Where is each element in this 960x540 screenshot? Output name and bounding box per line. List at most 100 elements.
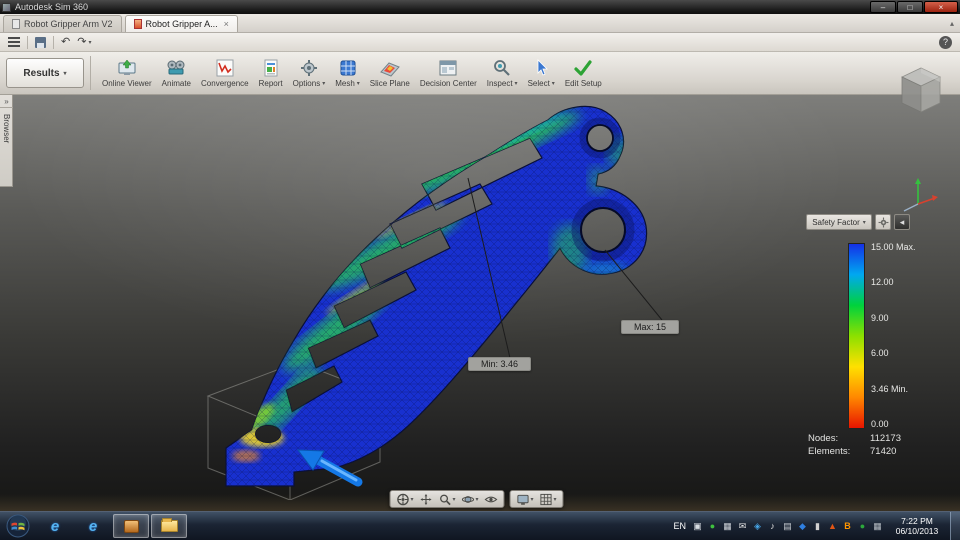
decision-center-button[interactable]: Decision Center bbox=[415, 53, 482, 93]
folder-icon bbox=[160, 518, 178, 532]
elements-value: 71420 bbox=[870, 446, 897, 457]
decision-center-icon bbox=[437, 58, 459, 78]
legend-tick: 6.00 bbox=[871, 348, 889, 359]
taskbar-app-window[interactable] bbox=[113, 514, 149, 538]
grid-display-button[interactable]: ▾ bbox=[538, 492, 559, 507]
mesh-button[interactable]: Mesh ▾ bbox=[330, 53, 365, 93]
dropdown-caret-icon: ▾ bbox=[88, 39, 92, 46]
ribbon-item-label: Select bbox=[527, 79, 550, 88]
volume-icon[interactable]: ♪ bbox=[766, 519, 779, 533]
legend-colorbar bbox=[848, 243, 865, 429]
display-icon[interactable]: ▤ bbox=[781, 519, 794, 533]
taskbar-explorer-window[interactable] bbox=[151, 514, 187, 538]
axis-triad-icon bbox=[903, 178, 938, 212]
report-button[interactable]: Report bbox=[254, 53, 288, 93]
dropdown-caret-icon: ▾ bbox=[530, 496, 534, 503]
update-icon[interactable]: ● bbox=[706, 519, 719, 533]
ribbon: Results ▾ Online Viewer Animate Converge… bbox=[0, 52, 960, 95]
pan-button[interactable] bbox=[417, 492, 434, 507]
legend-settings-button[interactable] bbox=[875, 214, 891, 230]
inspect-button[interactable]: Inspect ▾ bbox=[482, 53, 523, 93]
browser-tray-icon[interactable]: B bbox=[841, 519, 854, 533]
orbit-button[interactable]: ▾ bbox=[460, 492, 481, 507]
battery-icon[interactable]: ▮ bbox=[811, 519, 824, 533]
browser-expand-icon[interactable]: » bbox=[0, 95, 13, 108]
show-desktop-button[interactable] bbox=[950, 511, 960, 540]
steering-wheel-button[interactable]: ▾ bbox=[394, 492, 415, 507]
close-button[interactable]: × bbox=[924, 1, 958, 13]
mail-icon[interactable]: ✉ bbox=[736, 519, 749, 533]
tab-close-icon[interactable]: × bbox=[224, 19, 229, 29]
taskbar: e e EN ▣ ● ▦ ✉ ◈ ♪ ▤ ◆ ▮ ▲ B ● ▦ 7:22 PM… bbox=[0, 511, 960, 540]
view-cube[interactable] bbox=[894, 60, 948, 116]
ribbon-item-label: Options bbox=[292, 79, 321, 88]
gripper-arm-model[interactable] bbox=[150, 100, 710, 500]
undo-icon[interactable]: ↶ bbox=[61, 36, 70, 48]
taskbar-clock[interactable]: 7:22 PM 06/10/2013 bbox=[889, 516, 945, 536]
look-around-button[interactable] bbox=[483, 492, 500, 507]
ribbon-item-label: Animate bbox=[161, 79, 192, 88]
taskbar-internet-explorer-icon[interactable]: e bbox=[75, 514, 111, 538]
viewport-3d[interactable]: » Browser Min: 3.46 Max: 15 Safety Facto… bbox=[0, 95, 960, 511]
clock-time: 7:22 PM bbox=[901, 516, 933, 526]
select-button[interactable]: Select ▾ bbox=[523, 53, 560, 93]
convergence-icon bbox=[214, 58, 236, 78]
ribbon-item-label: Report bbox=[258, 79, 283, 88]
language-indicator[interactable]: EN bbox=[673, 521, 686, 531]
slice-plane-button[interactable]: Slice Plane bbox=[365, 53, 415, 93]
defender-icon[interactable]: ◈ bbox=[751, 519, 764, 533]
visual-style-button[interactable]: ▾ bbox=[515, 492, 536, 507]
document-tab-bar: Robot Gripper Arm V2 Robot Gripper A... … bbox=[0, 14, 960, 33]
results-label: Results bbox=[23, 67, 60, 79]
browser-panel-tab[interactable]: » Browser bbox=[0, 95, 13, 187]
tab-robot-gripper-active[interactable]: Robot Gripper A... × bbox=[124, 15, 238, 32]
taskbar-media-player-icon[interactable]: e bbox=[37, 514, 73, 538]
separator bbox=[53, 35, 54, 49]
edit-setup-button[interactable]: Edit Setup bbox=[560, 53, 607, 93]
action-center-icon[interactable]: ▣ bbox=[691, 519, 704, 533]
navigation-toolbar: ▾ ▾ ▾ ▾ ▾ bbox=[389, 490, 564, 508]
legend-collapse-button[interactable]: ◂ bbox=[894, 214, 910, 230]
minimize-button[interactable]: – bbox=[870, 1, 896, 13]
quick-access-toolbar: ↶ ↷ ▾ ? bbox=[0, 33, 960, 52]
internet-explorer-icon: e bbox=[88, 517, 98, 535]
dropdown-caret-icon: ▾ bbox=[322, 81, 326, 87]
redo-button[interactable]: ↷ ▾ bbox=[77, 36, 92, 48]
results-dropdown-button[interactable]: Results ▾ bbox=[6, 58, 84, 88]
tab-label: Robot Gripper Arm V2 bbox=[24, 19, 113, 29]
maximize-button[interactable]: □ bbox=[897, 1, 923, 13]
chevron-up-icon[interactable]: ▴ bbox=[950, 19, 954, 28]
tab-label: Robot Gripper A... bbox=[145, 19, 218, 29]
ribbon-item-label: Mesh bbox=[335, 79, 355, 88]
ribbon-item-label: Inspect bbox=[486, 79, 513, 88]
animate-button[interactable]: Animate bbox=[157, 53, 196, 93]
help-icon[interactable]: ? bbox=[939, 35, 952, 49]
driver-utility-icon[interactable]: ● bbox=[856, 519, 869, 533]
convergence-button[interactable]: Convergence bbox=[196, 53, 254, 93]
result-type-dropdown[interactable]: Safety Factor ▾ bbox=[806, 214, 872, 230]
network-icon[interactable]: ▦ bbox=[871, 519, 884, 533]
start-button[interactable] bbox=[3, 513, 33, 539]
ribbon-item-label: Online Viewer bbox=[102, 79, 152, 88]
mesh-icon bbox=[337, 58, 359, 78]
app-icon bbox=[2, 2, 11, 12]
menu-icon[interactable] bbox=[8, 41, 20, 43]
tab-robot-gripper-arm-v2[interactable]: Robot Gripper Arm V2 bbox=[3, 15, 122, 32]
legend-tick: 9.00 bbox=[871, 312, 889, 323]
antivirus-icon[interactable]: ▲ bbox=[826, 519, 839, 533]
browser-panel-label: Browser bbox=[2, 114, 11, 144]
max-annotation[interactable]: Max: 15 bbox=[621, 320, 680, 334]
simulation-document-icon bbox=[133, 19, 142, 29]
dropdown-caret-icon: ▾ bbox=[356, 81, 360, 87]
options-button[interactable]: Options ▾ bbox=[288, 53, 331, 93]
dropdown-caret-icon: ▾ bbox=[410, 496, 414, 503]
legend-tick: 12.00 bbox=[871, 277, 894, 288]
online-viewer-button[interactable]: Online Viewer bbox=[97, 53, 157, 93]
save-icon[interactable] bbox=[35, 36, 46, 48]
zoom-button[interactable]: ▾ bbox=[436, 492, 457, 507]
min-annotation[interactable]: Min: 3.46 bbox=[468, 357, 532, 371]
legend-tick: 3.46 Min. bbox=[871, 383, 909, 394]
bluetooth-icon[interactable]: ◆ bbox=[796, 519, 809, 533]
online-viewer-icon bbox=[116, 58, 138, 78]
vpn-icon[interactable]: ▦ bbox=[721, 519, 734, 533]
